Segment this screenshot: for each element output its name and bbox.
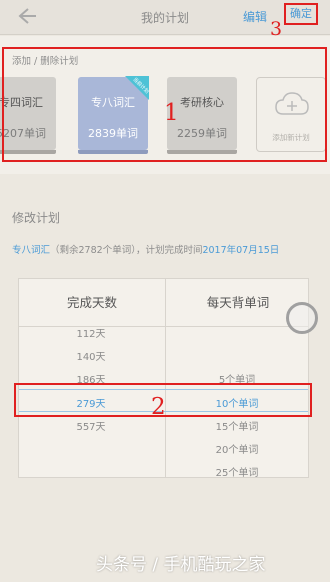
days-column-header: 完成天数	[66, 295, 117, 310]
modify-section-label: 修改计划	[12, 211, 61, 225]
watermark: 头条号 / 手机酷玩之家	[96, 555, 266, 575]
edit-button[interactable]: 编辑	[243, 8, 267, 25]
words-option[interactable]: 15个单词	[164, 418, 310, 433]
plan-remaining: （剩余2782个单词），计划完成时间	[50, 245, 203, 256]
days-option[interactable]: 557天	[18, 418, 164, 433]
words-option[interactable]: 25个单词	[164, 464, 310, 479]
plan-finish-date: 2017年07月15日	[202, 245, 280, 256]
annotation-number-1: 1	[164, 100, 179, 126]
annotation-number-2: 2	[151, 394, 166, 420]
floating-assist-button[interactable]	[286, 302, 318, 334]
confirm-button[interactable]: 确定	[284, 3, 318, 25]
plan-info: 专八词汇（剩余2782个单词），计划完成时间2017年07月15日	[12, 242, 279, 256]
days-option[interactable]: 140天	[18, 348, 164, 363]
words-option[interactable]: 20个单词	[164, 441, 310, 456]
plan-book-name: 专八词汇	[12, 245, 51, 256]
days-option[interactable]: 112天	[18, 325, 164, 340]
